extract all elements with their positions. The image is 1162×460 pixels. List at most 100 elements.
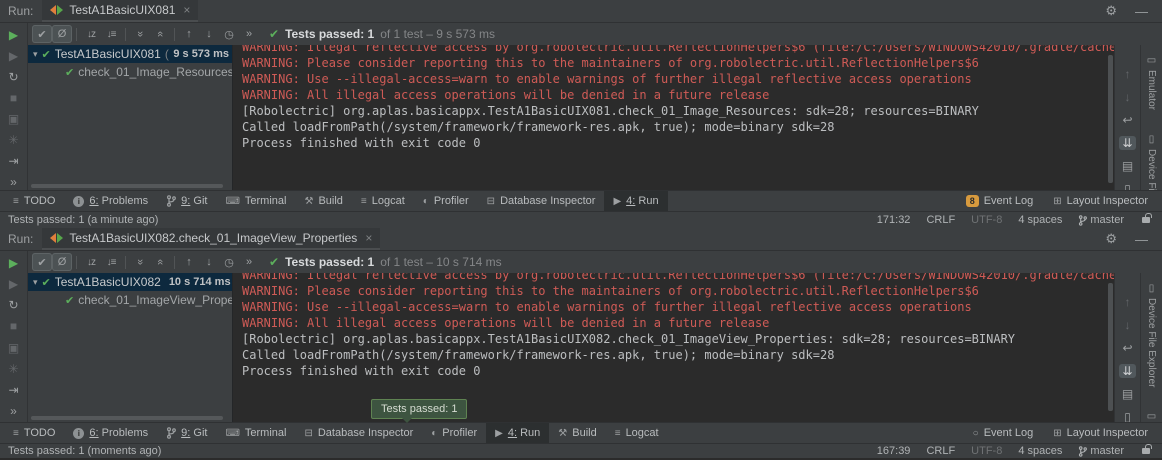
tool-stripe-emulator[interactable]: ▭ Emulator xyxy=(1146,55,1157,110)
test-tree-child-row[interactable]: ✔ check_01_ImageView_Properties 10 s 714… xyxy=(28,291,232,309)
toggle-auto-test-icon[interactable]: ↻ xyxy=(6,298,22,312)
rerun-failed-tests-icon[interactable]: ▶ xyxy=(6,277,22,291)
test-tree-root-row[interactable]: ▾ ✔ TestA1BasicUIX081 (org.aplas.basicap… xyxy=(28,45,232,63)
caret-position[interactable]: 171:32 xyxy=(877,214,911,226)
collapse-all-icon[interactable]: « xyxy=(154,31,166,37)
rerun-icon[interactable]: ▶ xyxy=(6,256,22,270)
soft-wrap-icon[interactable]: ↩ xyxy=(1122,341,1132,355)
toolbar-item-git[interactable]: 9: Git xyxy=(157,191,216,211)
scroll-down-icon[interactable]: ↓ xyxy=(1125,90,1131,104)
sort-alphabetically-icon[interactable]: ↓z xyxy=(81,253,101,271)
rerun-icon[interactable]: ▶ xyxy=(6,28,22,42)
gear-icon[interactable]: ⚙ xyxy=(1105,231,1117,247)
previous-occurrence-icon[interactable]: ↑ xyxy=(179,253,199,271)
toolbar-item-logcat[interactable]: ≡ Logcat xyxy=(606,423,668,443)
sort-by-duration-icon[interactable]: ↓≡ xyxy=(101,253,121,271)
more-icon[interactable]: » xyxy=(6,404,22,418)
test-tree-child-row[interactable]: ✔ check_01_Image_Resources 9 s 573 ms xyxy=(28,63,232,81)
show-passed-icon[interactable]: ✔ xyxy=(32,253,52,271)
line-ending[interactable]: CRLF xyxy=(926,445,955,457)
chevron-down-icon[interactable]: ▾ xyxy=(33,49,38,60)
git-branch-widget[interactable]: master xyxy=(1078,214,1124,226)
toolbar-item-terminal[interactable]: ⌨ Terminal xyxy=(216,423,295,443)
show-ignored-icon[interactable]: Ø xyxy=(52,253,72,271)
minimize-icon[interactable]: — xyxy=(1135,4,1148,19)
toolbar-more-icon[interactable]: » xyxy=(239,253,259,271)
more-icon[interactable]: » xyxy=(6,175,22,189)
test-tree-root-row[interactable]: ▾ ✔ TestA1BasicUIX082 (org.aplas.basicap… xyxy=(28,273,232,291)
screenshot-icon[interactable]: ▣ xyxy=(6,112,22,126)
file-encoding[interactable]: UTF-8 xyxy=(971,445,1002,457)
indent-setting[interactable]: 4 spaces xyxy=(1018,445,1062,457)
toolbar-item-database-inspector[interactable]: ⊟ Database Inspector xyxy=(478,191,605,211)
attach-debugger-icon[interactable]: ✳ xyxy=(6,362,22,376)
toolbar-item-problems[interactable]: i 6: Problems xyxy=(64,423,157,443)
sort-alphabetically-icon[interactable]: ↓z xyxy=(81,25,101,43)
stop-icon[interactable]: ■ xyxy=(6,91,22,105)
toolbar-item-terminal[interactable]: ⌨ Terminal xyxy=(216,191,295,211)
toolbar-item-build[interactable]: ⚒ Build xyxy=(295,191,351,211)
print-icon[interactable]: ▤ xyxy=(1122,387,1133,401)
test-history-icon[interactable]: ◷ xyxy=(219,253,239,271)
scroll-up-icon[interactable]: ↑ xyxy=(1125,295,1131,309)
screenshot-icon[interactable]: ▣ xyxy=(6,341,22,355)
attach-debugger-icon[interactable]: ✳ xyxy=(6,133,22,147)
rerun-failed-tests-icon[interactable]: ▶ xyxy=(6,49,22,63)
show-ignored-icon[interactable]: Ø xyxy=(52,25,72,43)
exit-icon[interactable]: ⇥ xyxy=(6,154,22,168)
file-encoding[interactable]: UTF-8 xyxy=(971,214,1002,226)
horizontal-scrollbar[interactable] xyxy=(31,184,223,188)
vertical-scrollbar[interactable] xyxy=(1108,283,1113,411)
toolbar-item-run[interactable]: ▶ 4: Run xyxy=(604,191,667,211)
toggle-auto-test-icon[interactable]: ↻ xyxy=(6,70,22,84)
scroll-to-end-icon[interactable]: ⇊ xyxy=(1119,136,1135,150)
toolbar-item-git[interactable]: 9: Git xyxy=(157,423,216,443)
sort-by-duration-icon[interactable]: ↓≡ xyxy=(101,25,121,43)
layout-inspector-button[interactable]: ⊞ Layout Inspector xyxy=(1053,427,1148,439)
soft-wrap-icon[interactable]: ↩ xyxy=(1122,113,1132,127)
git-branch-widget[interactable]: master xyxy=(1078,445,1124,457)
run-tab[interactable]: TestA1BasicUIX081 × xyxy=(42,0,198,22)
toolbar-item-todo[interactable]: ≡ TODO xyxy=(4,423,64,443)
previous-occurrence-icon[interactable]: ↑ xyxy=(179,25,199,43)
horizontal-scrollbar[interactable] xyxy=(31,416,223,420)
toolbar-item-run[interactable]: ▶ 4: Run xyxy=(486,423,549,443)
layout-inspector-button[interactable]: ⊞ Layout Inspector xyxy=(1053,195,1148,207)
exit-icon[interactable]: ⇥ xyxy=(6,383,22,397)
print-icon[interactable]: ▤ xyxy=(1122,159,1133,173)
caret-position[interactable]: 167:39 xyxy=(877,445,911,457)
scroll-down-icon[interactable]: ↓ xyxy=(1125,318,1131,332)
event-log-button[interactable]: ○ Event Log xyxy=(973,427,1034,439)
toolbar-item-problems[interactable]: i 6: Problems xyxy=(64,191,157,211)
lock-icon[interactable] xyxy=(1142,217,1150,223)
toolbar-item-database-inspector[interactable]: ⊟ Database Inspector xyxy=(295,423,422,443)
scroll-up-icon[interactable]: ↑ xyxy=(1125,67,1131,81)
line-ending[interactable]: CRLF xyxy=(926,214,955,226)
test-history-icon[interactable]: ◷ xyxy=(219,25,239,43)
event-log-button[interactable]: 8 Event Log xyxy=(966,195,1034,207)
close-icon[interactable]: × xyxy=(365,231,372,245)
tool-stripe-device-file-explorer[interactable]: ▯ Device File Explorer xyxy=(1146,283,1157,387)
expand-all-icon[interactable]: » xyxy=(134,259,146,265)
toolbar-item-logcat[interactable]: ≡ Logcat xyxy=(352,191,414,211)
toolbar-more-icon[interactable]: » xyxy=(239,25,259,43)
chevron-down-icon[interactable]: ▾ xyxy=(33,277,38,288)
scroll-to-end-icon[interactable]: ⇊ xyxy=(1119,364,1135,378)
expand-all-icon[interactable]: » xyxy=(134,31,146,37)
toolbar-item-build[interactable]: ⚒ Build xyxy=(549,423,605,443)
toolbar-item-todo[interactable]: ≡ TODO xyxy=(4,191,64,211)
collapse-all-icon[interactable]: « xyxy=(154,259,166,265)
toolbar-item-profiler[interactable]: ◐ Profiler xyxy=(414,191,478,211)
lock-icon[interactable] xyxy=(1142,448,1150,454)
minimize-icon[interactable]: — xyxy=(1135,232,1148,247)
close-icon[interactable]: × xyxy=(183,3,190,17)
vertical-scrollbar[interactable] xyxy=(1108,55,1113,183)
console-output[interactable]: WARNING: Illegal reflective access by or… xyxy=(232,45,1114,190)
show-passed-icon[interactable]: ✔ xyxy=(32,25,52,43)
console-output[interactable]: WARNING: Illegal reflective access by or… xyxy=(232,273,1114,422)
next-occurrence-icon[interactable]: ↓ xyxy=(199,25,219,43)
stop-icon[interactable]: ■ xyxy=(6,319,22,333)
gear-icon[interactable]: ⚙ xyxy=(1105,3,1117,19)
indent-setting[interactable]: 4 spaces xyxy=(1018,214,1062,226)
run-tab[interactable]: TestA1BasicUIX082.check_01_ImageView_Pro… xyxy=(42,228,380,250)
